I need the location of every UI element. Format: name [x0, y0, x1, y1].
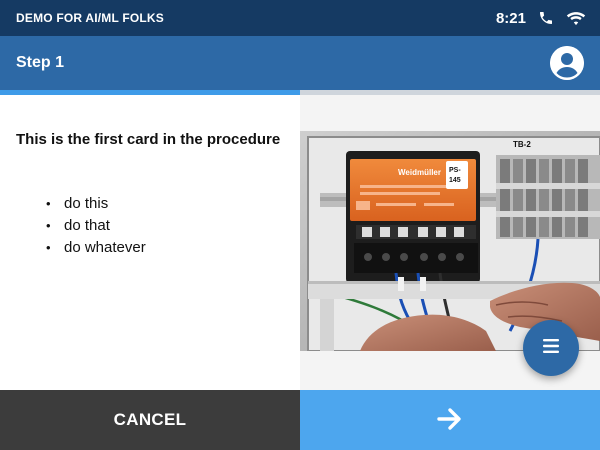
- clock: 8:21: [495, 9, 526, 27]
- bullet-list: do this do that do whatever: [16, 193, 284, 259]
- cancel-button[interactable]: CANCEL: [0, 390, 300, 450]
- arrow-right-icon: [436, 407, 464, 434]
- status-bar: DEMO FOR AI/ML FOLKS 8:21: [0, 0, 600, 36]
- menu-icon: [541, 338, 561, 359]
- card-text-panel: This is the first card in the procedure …: [0, 95, 300, 390]
- list-item: do that: [46, 215, 284, 237]
- menu-fab-button[interactable]: [523, 320, 579, 376]
- card-heading: This is the first card in the procedure: [16, 131, 281, 148]
- account-circle-icon[interactable]: [550, 46, 584, 80]
- next-button[interactable]: [300, 390, 600, 450]
- status-bar-right: 8:21: [496, 10, 586, 27]
- wifi-icon: [566, 10, 586, 26]
- list-item: do this: [46, 193, 284, 215]
- page-title: Step 1: [16, 54, 65, 71]
- terminal-block-label: TB-2: [513, 140, 531, 149]
- list-item: do whatever: [46, 237, 284, 259]
- device-brand-label: Weidmüller: [398, 168, 441, 177]
- device-tag-line1: PS-: [449, 167, 461, 174]
- status-bar-title: DEMO FOR AI/ML FOLKS: [16, 11, 164, 25]
- device-tag-line2: 145: [449, 177, 461, 184]
- app-bar: Step 1: [0, 36, 600, 90]
- phone-icon: [538, 10, 554, 26]
- card-photo: Weidmüller PS- 145 TB-2: [300, 131, 600, 351]
